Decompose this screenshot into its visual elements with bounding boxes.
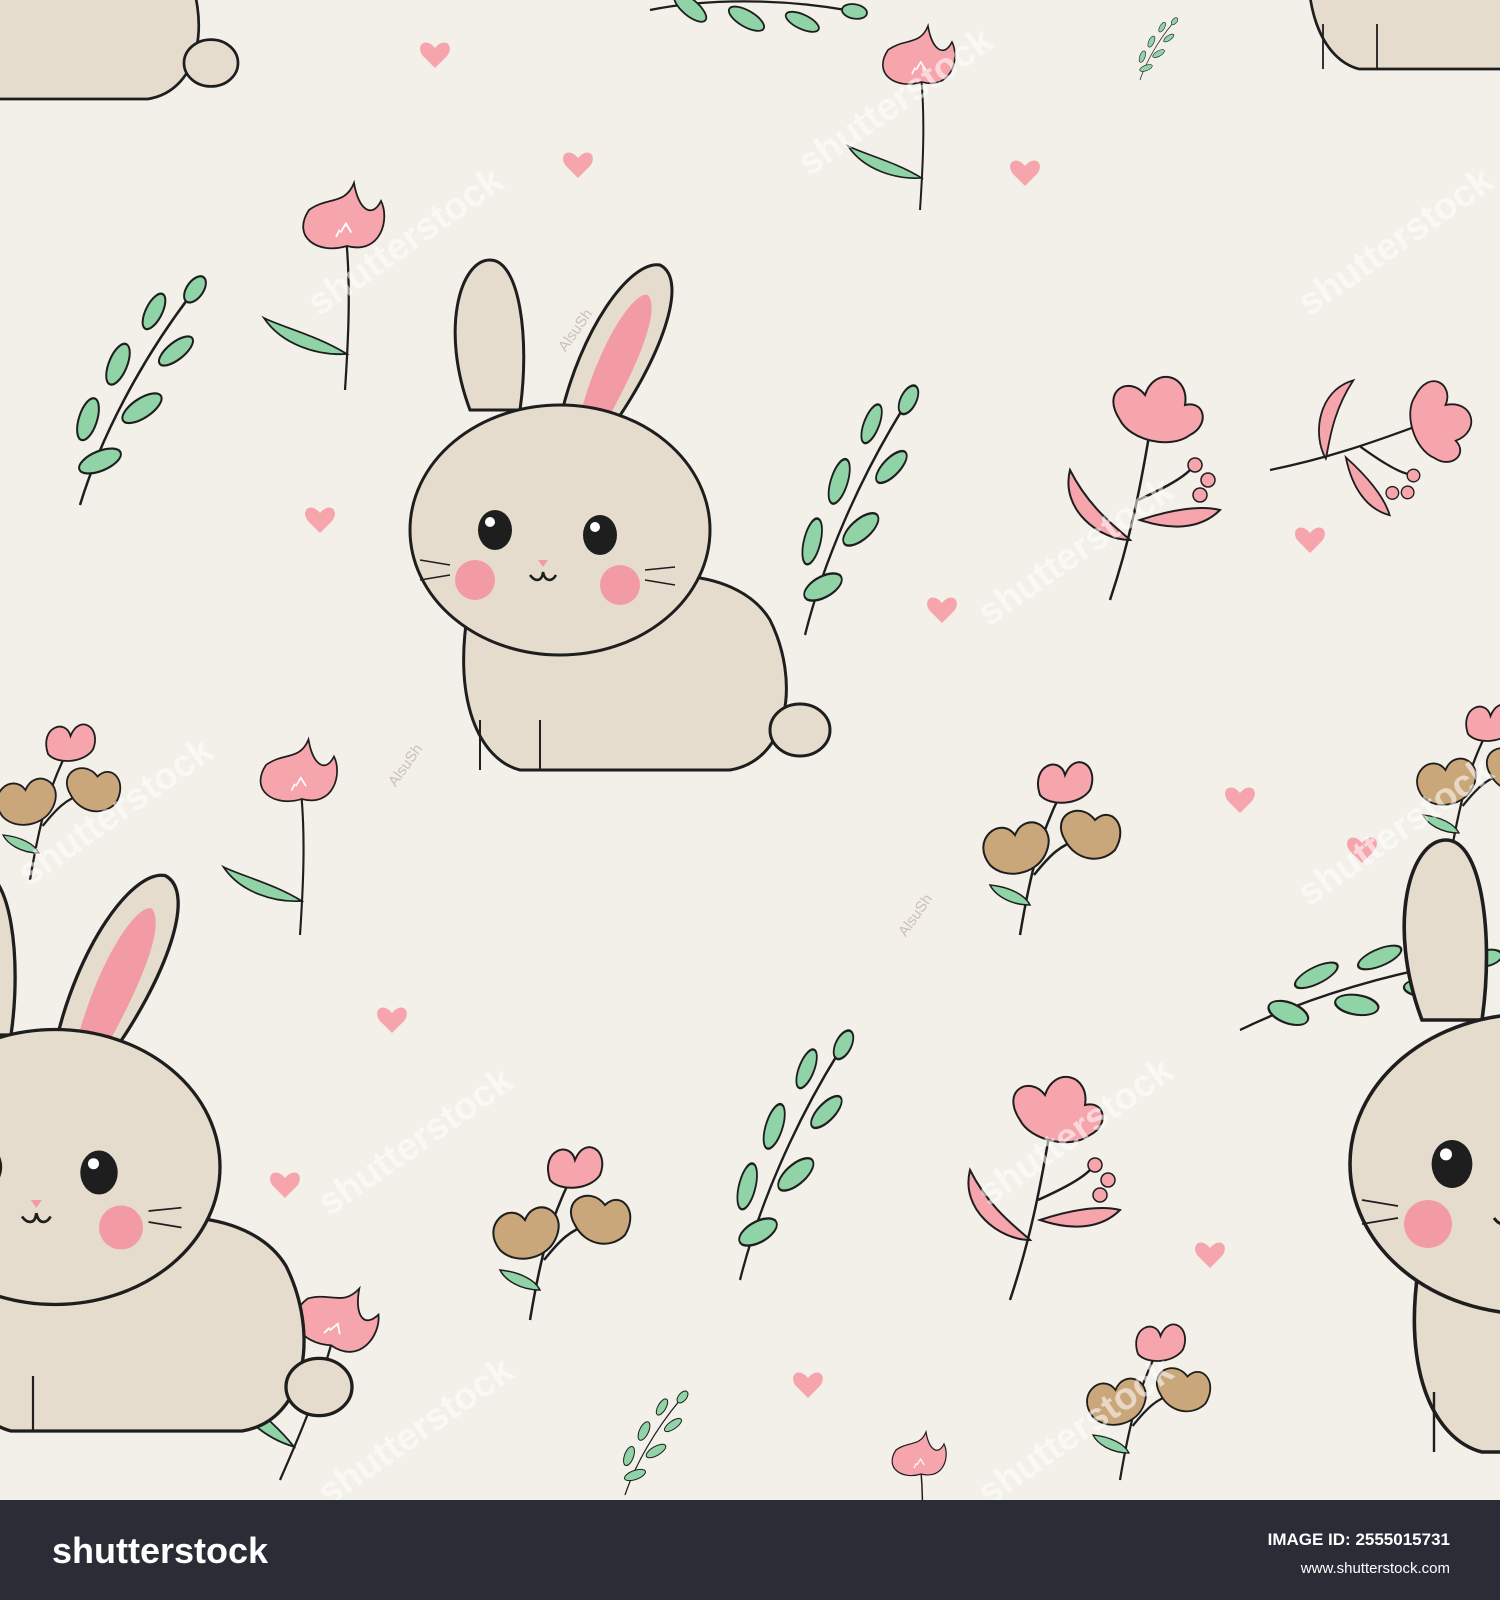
image-id-label: IMAGE ID: 2555015731	[1267, 1530, 1450, 1549]
pattern-artwork	[0, 0, 1500, 1500]
footer-logo: shutterstock	[52, 1530, 269, 1571]
pattern-illustration: shutterstock shutterstock shutterstock s…	[0, 0, 1500, 1500]
site-url: www.shutterstock.com	[1300, 1560, 1450, 1577]
stock-footer: shutterstock IMAGE ID: 2555015731 www.sh…	[0, 1500, 1500, 1600]
